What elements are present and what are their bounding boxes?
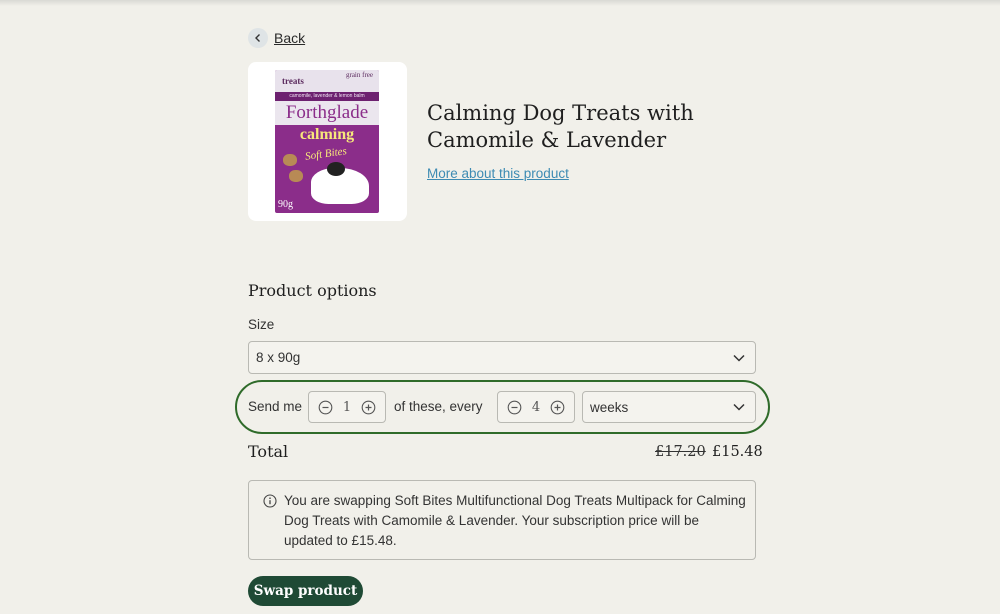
product-package: treats grain free camomile, lavender & l… <box>275 70 379 213</box>
frequency-unit-select[interactable]: weeks <box>582 391 756 423</box>
minus-circle-icon[interactable] <box>318 400 333 415</box>
package-headline: calming <box>299 126 355 143</box>
package-badge: grain free <box>345 71 373 79</box>
info-icon <box>263 494 277 508</box>
treat-shape <box>289 170 303 182</box>
package-strip: camomile, lavender & lemon balm <box>275 92 379 101</box>
size-value: 8 x 90g <box>256 350 301 365</box>
interval-value: 4 <box>531 399 541 415</box>
swap-product-button[interactable]: Swap product <box>248 576 363 606</box>
original-price: £17.20 <box>655 444 706 460</box>
product-title: Calming Dog Treats with Camomile & Laven… <box>427 101 694 152</box>
swap-notice-text: You are swapping Soft Bites Multifunctio… <box>284 493 746 548</box>
new-price: £15.48 <box>712 444 763 460</box>
package-weight: 90g <box>278 199 293 210</box>
of-these-every-label: of these, every <box>394 399 483 414</box>
package-brand: Forthglade <box>275 101 379 125</box>
package-top-label: treats <box>282 76 304 86</box>
size-select[interactable]: 8 x 90g <box>248 341 756 374</box>
quantity-stepper[interactable]: 1 <box>308 391 386 423</box>
chevron-down-icon <box>733 403 745 411</box>
more-about-product-link[interactable]: More about this product <box>427 166 569 181</box>
plus-circle-icon[interactable] <box>550 400 565 415</box>
total-label: Total <box>248 442 289 461</box>
swap-notice: You are swapping Soft Bites Multifunctio… <box>248 480 756 560</box>
back-label: Back <box>274 30 306 46</box>
treat-shape <box>283 154 297 166</box>
size-label: Size <box>248 317 275 332</box>
plus-circle-icon[interactable] <box>361 400 376 415</box>
chevron-down-icon <box>733 354 745 362</box>
minus-circle-icon[interactable] <box>507 400 522 415</box>
product-options-heading: Product options <box>248 281 377 300</box>
interval-stepper[interactable]: 4 <box>497 391 575 423</box>
top-shadow <box>0 0 1000 6</box>
dog-ear <box>327 162 345 176</box>
back-link[interactable]: Back <box>248 28 305 48</box>
send-me-label: Send me <box>248 399 303 414</box>
frequency-unit-value: weeks <box>590 399 629 415</box>
quantity-value: 1 <box>342 399 352 415</box>
package-sub: Soft Bites <box>304 145 348 163</box>
product-image: treats grain free camomile, lavender & l… <box>248 62 407 221</box>
chevron-left-icon <box>248 28 268 48</box>
